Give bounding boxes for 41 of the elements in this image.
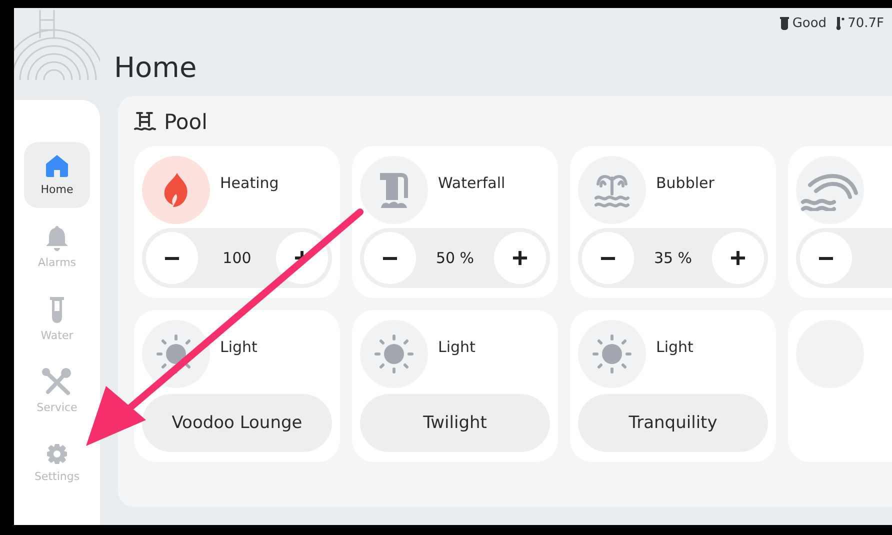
test-tube-icon (49, 296, 65, 324)
minus-button[interactable] (364, 232, 416, 284)
device-label: Light (656, 338, 694, 356)
water-status: Good (792, 16, 827, 31)
plus-button[interactable] (712, 232, 764, 284)
device-label: Heating (220, 174, 279, 192)
minus-button[interactable] (582, 232, 634, 284)
home-icon (45, 154, 69, 178)
plus-icon (512, 251, 527, 265)
plus-icon (730, 251, 745, 265)
plus-button[interactable] (494, 232, 546, 284)
sun-icon (374, 334, 414, 374)
device-label: Waterfall (438, 174, 506, 192)
scene-button[interactable]: Tranquility (578, 394, 768, 452)
scene-button[interactable]: Voodoo Lounge (142, 394, 332, 452)
sun-icon (592, 334, 632, 374)
minus-button[interactable] (800, 232, 852, 284)
stepper-value: 100 (222, 249, 252, 267)
fountain-icon (593, 172, 631, 208)
device-label: Bubbler (656, 174, 714, 192)
thermometer-icon (834, 16, 845, 30)
settings-icon (46, 443, 68, 465)
minus-icon (165, 256, 179, 260)
waterfall-icon (377, 170, 411, 210)
nav-item[interactable]: Home (24, 142, 90, 208)
minus-button[interactable] (146, 232, 198, 284)
minus-icon (819, 256, 833, 260)
temperature: 70.7F (848, 16, 884, 31)
tools-icon (42, 368, 72, 396)
device-label: Light (438, 338, 476, 356)
stepper-value: 50 % (436, 249, 474, 267)
scene-button[interactable]: Twilight (360, 394, 550, 452)
section-title: Pool (164, 110, 208, 134)
device-label: Light (220, 338, 258, 356)
minus-icon (601, 256, 615, 260)
minus-icon (383, 256, 397, 260)
stepper-value: 35 % (654, 249, 692, 267)
page-title: Home (114, 51, 198, 84)
test-tube-icon (780, 17, 790, 30)
pool-ladder-icon (134, 111, 156, 133)
bell-icon (45, 225, 69, 251)
